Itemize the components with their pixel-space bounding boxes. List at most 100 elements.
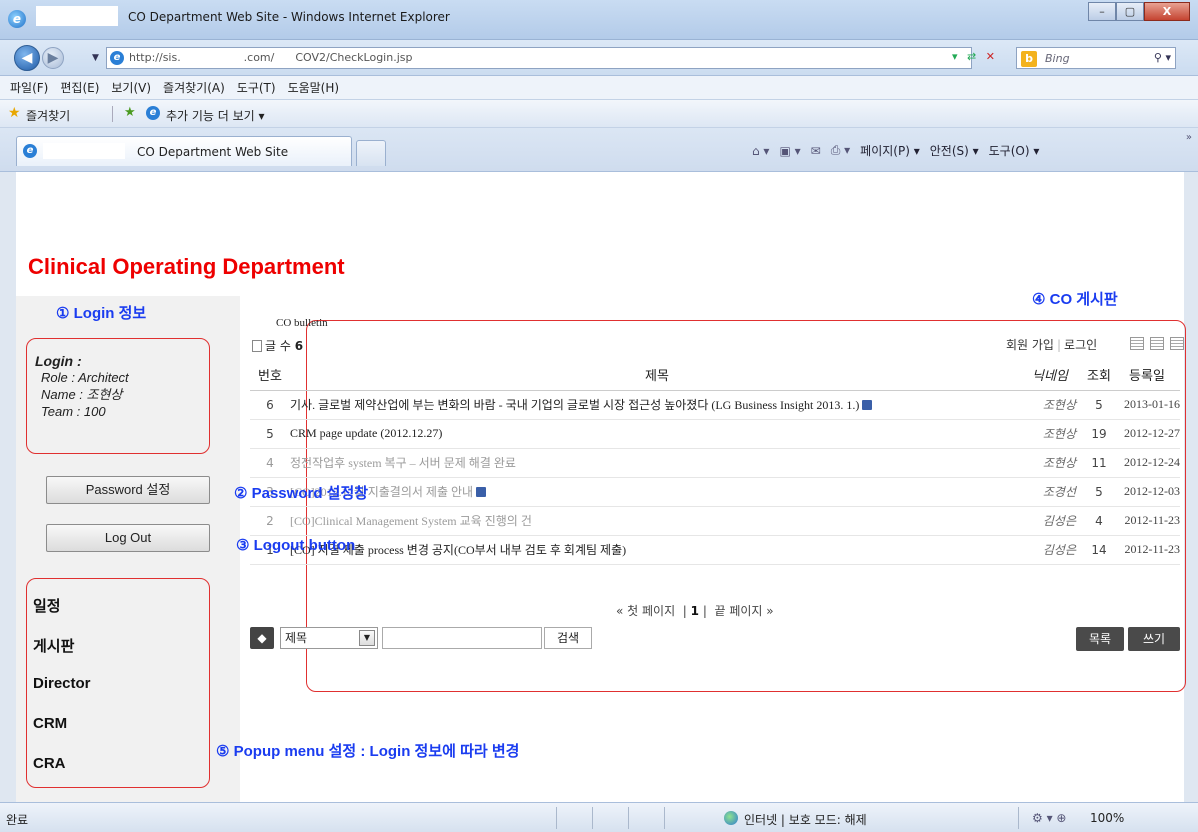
rss-icon[interactable]: ▣ ▾ (779, 144, 800, 158)
stop-icon[interactable]: ✕ (986, 50, 995, 63)
command-bar: ⌂ ▾ ▣ ▾ ✉ ⎙ ▾ 페이지(P) ▾ 안전(S) ▾ 도구(O) ▾ (752, 142, 1049, 159)
page-title: Clinical Operating Department (28, 254, 345, 279)
url-dropdown-icon[interactable]: ▾ (952, 50, 958, 63)
add-favorite-icon[interactable]: ★ (124, 105, 136, 120)
annotation-logout: ③ Logout button (236, 537, 356, 554)
menu-tools[interactable]: 도구(T) (237, 79, 276, 96)
document-icon (252, 340, 262, 352)
row-number: 4 (250, 448, 290, 478)
table-row: 5 CRM page update (2012.12.27) 조현상 19 20… (250, 419, 1180, 449)
chevron-down-icon[interactable]: ▼ (359, 630, 375, 646)
side-menu-director[interactable]: Director (33, 675, 209, 715)
tab-co-site[interactable]: e CO Department Web Site (16, 136, 352, 166)
list-button[interactable]: 목록 (1076, 627, 1124, 651)
col-date: 등록일 (1114, 360, 1180, 391)
maximize-button[interactable]: ▢ (1116, 2, 1144, 21)
row-nickname[interactable]: 조현상 (1024, 419, 1084, 449)
post-title-link[interactable]: CRM page update (2012.12.27) (290, 426, 442, 440)
close-button[interactable]: X (1144, 2, 1190, 21)
chevron-more-icon[interactable]: » (1186, 132, 1192, 143)
favorites-button[interactable]: 즐겨찾기 (26, 107, 70, 124)
login-info-box: Login : Role : Architect Name : 조현상 Team… (26, 338, 210, 454)
webzine-view-icon[interactable] (1150, 337, 1164, 350)
signup-link[interactable]: 회원 가입 (1006, 338, 1054, 352)
board-search-input[interactable] (382, 627, 542, 649)
address-bar: ◀ ▶ ▼ e http://sis. .com/ COV2/CheckLogi… (0, 40, 1198, 76)
favorites-star-icon[interactable]: ★ (8, 105, 21, 121)
row-date: 2012-12-27 (1114, 419, 1180, 449)
list-view-icon[interactable] (1130, 337, 1144, 350)
zoom-icon[interactable]: ⚙ ▾ ⊕ (1032, 811, 1066, 825)
row-nickname[interactable]: 조현상 (1024, 390, 1084, 420)
row-nickname[interactable]: 조경선 (1024, 477, 1084, 507)
addon-page-icon: e (146, 106, 160, 120)
password-settings-button[interactable]: Password 설정 (46, 476, 210, 504)
post-title-link[interactable]: 정전작업후 system 복구 – 서버 문제 해결 완료 (290, 456, 516, 470)
post-title-link[interactable]: [CO]Clinical Management System 교육 진행의 건 (290, 514, 532, 528)
current-page[interactable]: 1 (691, 604, 699, 618)
search-field-select[interactable]: 제목 ▼ (280, 627, 378, 649)
col-nickname: 닉네임 (1024, 360, 1084, 391)
menu-file[interactable]: 파일(F) (10, 79, 48, 96)
row-nickname[interactable]: 김성은 (1024, 506, 1084, 536)
write-button[interactable]: 쓰기 (1128, 627, 1180, 651)
post-count-value: 6 (294, 339, 304, 353)
row-views: 4 (1084, 506, 1114, 536)
tools-menu[interactable]: 도구(O) ▾ (989, 142, 1040, 159)
menu-bar: 파일(F) 편집(E) 보기(V) 즐겨찾기(A) 도구(T) 도움말(H) (0, 76, 1198, 100)
divider (628, 807, 629, 829)
menu-favorites[interactable]: 즐겨찾기(A) (163, 79, 225, 96)
history-dropdown-icon[interactable]: ▼ (92, 53, 99, 63)
row-views: 5 (1084, 477, 1114, 507)
new-tab-button[interactable] (356, 140, 386, 166)
mail-icon[interactable]: ✉ (811, 144, 821, 158)
menu-help[interactable]: 도움말(H) (288, 79, 340, 96)
row-nickname[interactable]: 김성은 (1024, 535, 1084, 565)
gallery-view-icon[interactable] (1170, 337, 1184, 350)
search-placeholder: Bing (1045, 52, 1070, 65)
security-zone[interactable]: 인터넷 | 보호 모드: 해제 (744, 811, 867, 828)
bing-logo-icon: b (1021, 51, 1037, 67)
row-views: 19 (1084, 419, 1114, 449)
menu-edit[interactable]: 편집(E) (60, 79, 99, 96)
menu-view[interactable]: 보기(V) (111, 79, 151, 96)
url-input[interactable]: e http://sis. .com/ COV2/CheckLogin.jsp (106, 47, 972, 69)
home-icon[interactable]: ⌂ ▾ (752, 144, 769, 158)
zoom-level[interactable]: 100% (1090, 811, 1124, 825)
minimize-button[interactable]: – (1088, 2, 1116, 21)
search-input[interactable]: b Bing ⚲ ▾ (1016, 47, 1176, 69)
last-page-link[interactable]: 끝 페이지 » (715, 604, 774, 618)
post-title-link[interactable]: 기사. 글로벌 제약산업에 부는 변화의 바람 - 국내 기업의 글로벌 시장 … (290, 398, 859, 412)
col-number: 번호 (250, 360, 290, 391)
safety-menu[interactable]: 안전(S) ▾ (930, 142, 979, 159)
search-button[interactable]: 검색 (544, 627, 592, 649)
divider (592, 807, 593, 829)
row-date: 2012-11-23 (1114, 506, 1180, 536)
refresh-icon[interactable]: ⇄ (967, 50, 976, 63)
tag-icon[interactable]: ◆ (250, 627, 274, 649)
redacted-area (43, 143, 125, 159)
side-menu-schedule[interactable]: 일정 (33, 595, 209, 635)
window-titlebar: e CO Department Web Site - Windows Inter… (0, 0, 1198, 40)
search-icon[interactable]: ⚲ ▾ (1154, 51, 1171, 64)
first-page-link[interactable]: « 첫 페이지 (616, 604, 675, 618)
login-link[interactable]: 로그인 (1064, 338, 1097, 352)
forward-button[interactable]: ▶ (42, 47, 64, 69)
back-button[interactable]: ◀ (14, 45, 40, 71)
print-icon[interactable]: ⎙ ▾ (831, 143, 850, 158)
side-menu-cra[interactable]: CRA (33, 755, 209, 795)
bulletin-label: CO bulletin (276, 317, 328, 329)
divider (1018, 807, 1019, 829)
logout-button[interactable]: Log Out (46, 524, 210, 552)
side-menu-board[interactable]: 게시판 (33, 635, 209, 675)
row-nickname[interactable]: 조현상 (1024, 448, 1084, 478)
more-addons-link[interactable]: 추가 기능 더 보기 ▾ (166, 107, 265, 124)
page-menu[interactable]: 페이지(P) ▾ (860, 142, 920, 159)
side-menu-crm[interactable]: CRM (33, 715, 209, 755)
annotation-login-info: ① Login 정보 (56, 305, 147, 322)
row-views: 11 (1084, 448, 1114, 478)
post-count-label: 글 수 (265, 339, 291, 353)
board-search: ◆ 제목 ▼ 검색 목록 쓰기 (250, 626, 1180, 652)
search-field-value: 제목 (285, 631, 308, 645)
login-role: Role : Architect (41, 370, 129, 385)
